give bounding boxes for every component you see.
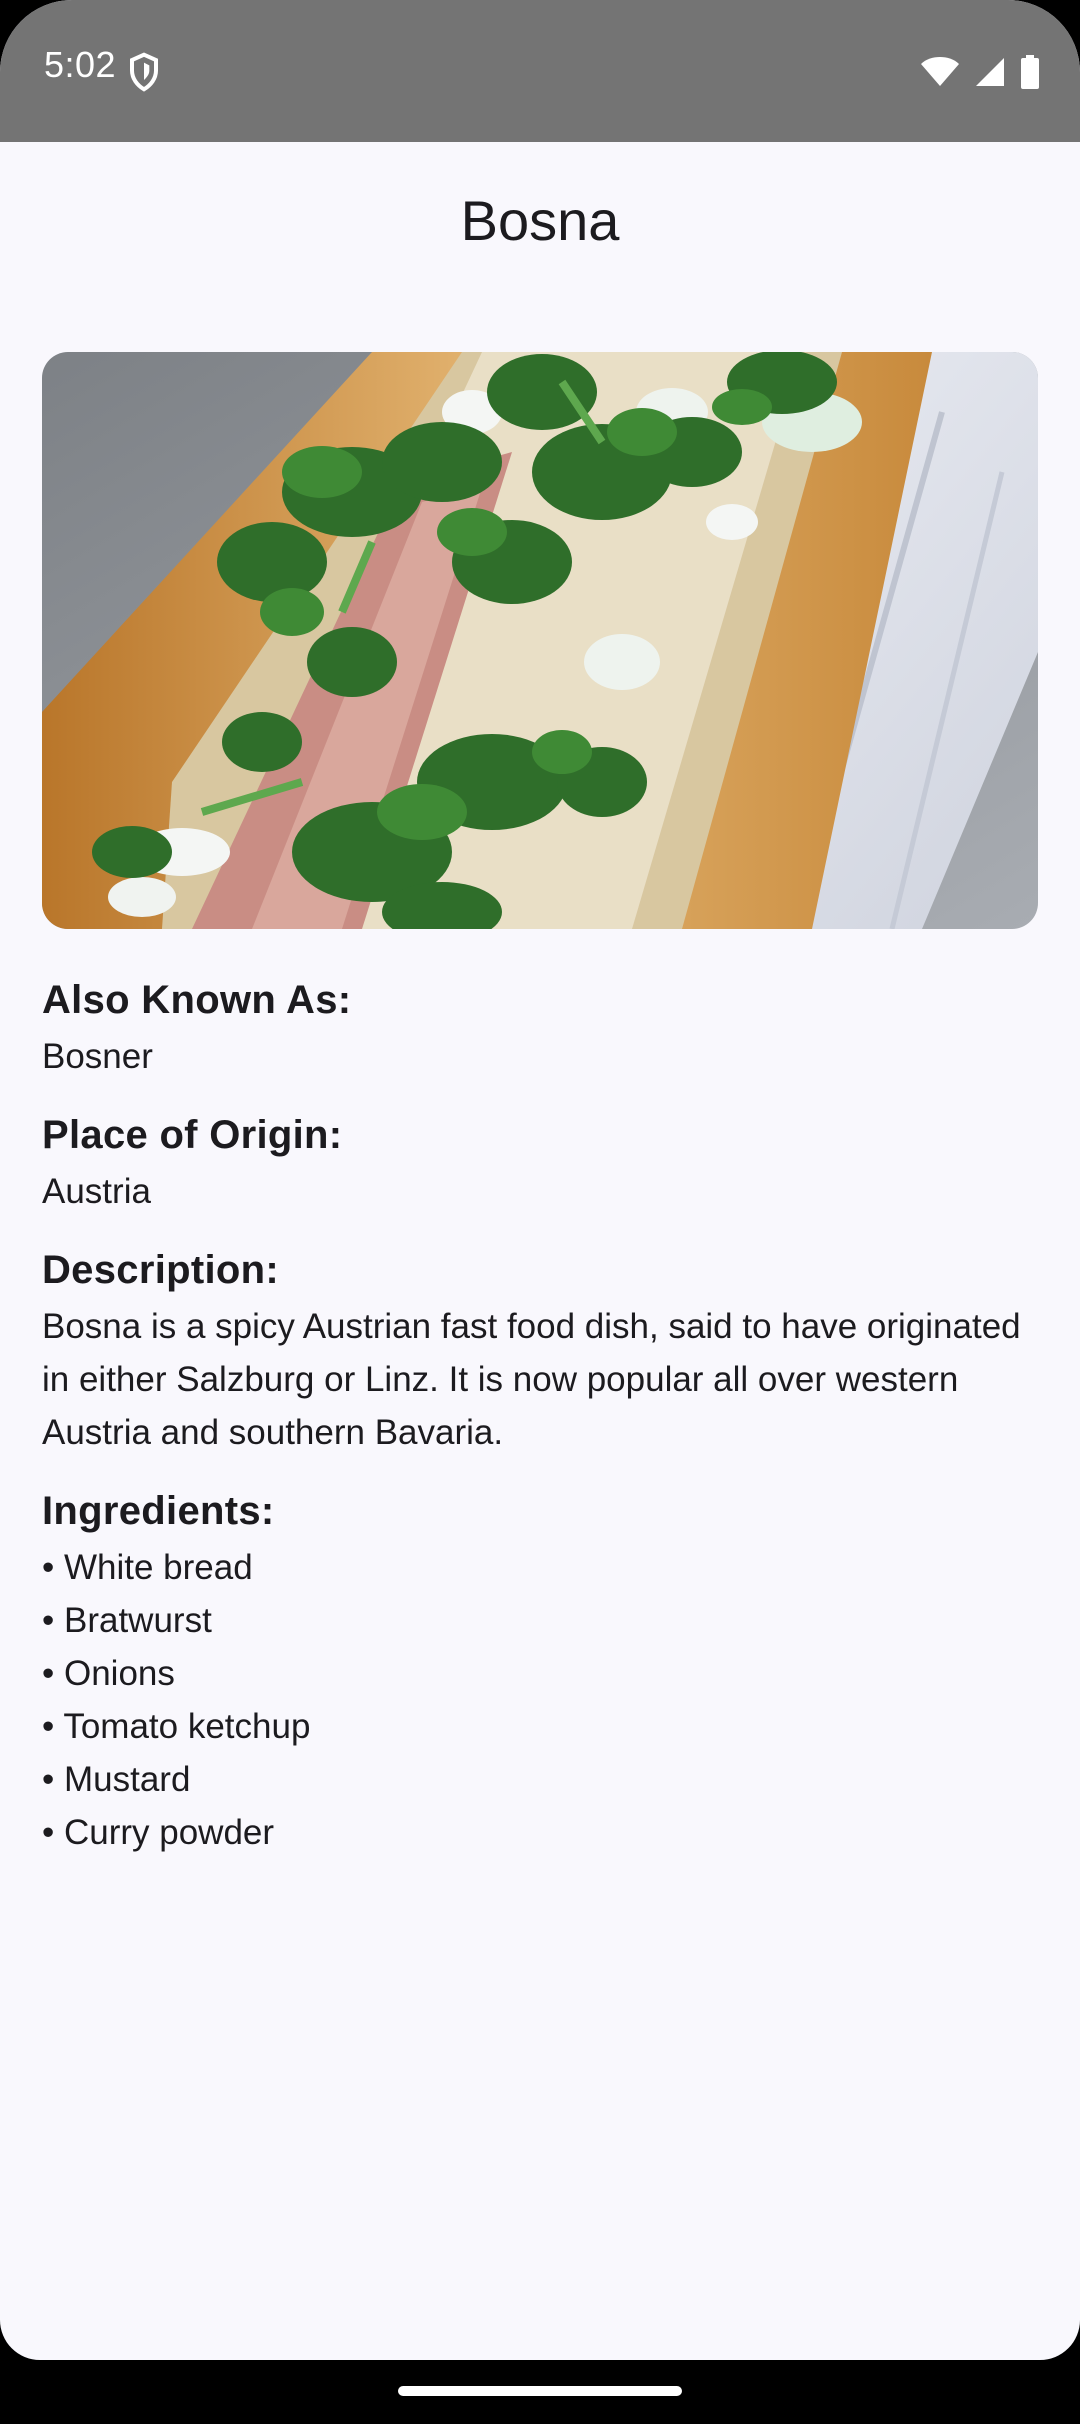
app-frame: 5:02 Bosna Also Known As: Bosner Place o… xyxy=(0,0,1080,2360)
description-value: Bosna is a spicy Austrian fast food dish… xyxy=(42,1307,1021,1452)
list-item: • Bratwurst xyxy=(42,1601,212,1640)
dish-details: Also Known As: Bosner Place of Origin: A… xyxy=(42,970,1042,1881)
list-item: • White bread xyxy=(42,1548,253,1587)
origin-value: Austria xyxy=(42,1172,151,1211)
also-known-as-value: Bosner xyxy=(42,1037,153,1076)
origin-label: Place of Origin: xyxy=(42,1113,343,1157)
status-icons xyxy=(920,52,1040,92)
list-item: • Mustard xyxy=(42,1760,191,1799)
also-known-as-section: Also Known As: Bosner xyxy=(42,970,1042,1083)
description-label: Description: xyxy=(42,1248,279,1292)
list-item: • Curry powder xyxy=(42,1813,275,1852)
food-photo-bosna xyxy=(42,352,1038,929)
description-section: Description: Bosna is a spicy Austrian f… xyxy=(42,1240,1042,1459)
home-indicator[interactable] xyxy=(398,2386,682,2396)
list-item: • Onions xyxy=(42,1654,175,1693)
battery-icon xyxy=(1021,55,1039,89)
device-screen: 5:02 Bosna Also Known As: Bosner Place o… xyxy=(0,0,1080,2424)
origin-section: Place of Origin: Austria xyxy=(42,1105,1042,1218)
ingredients-section: Ingredients: • White bread • Bratwurst •… xyxy=(42,1481,1042,1859)
dish-photo xyxy=(42,352,1038,929)
shield-icon xyxy=(130,52,158,92)
page-title: Bosna xyxy=(460,189,620,252)
status-time: 5:02 xyxy=(44,44,117,85)
cellular-signal-icon xyxy=(976,58,1004,86)
status-bar: 5:02 xyxy=(0,0,1080,142)
ingredients-label: Ingredients: xyxy=(42,1489,275,1533)
list-item: • Tomato ketchup xyxy=(42,1707,311,1746)
wifi-icon xyxy=(921,57,959,86)
ingredients-list: • White bread • Bratwurst • Onions • Tom… xyxy=(42,1541,1042,1859)
also-known-as-label: Also Known As: xyxy=(42,978,352,1022)
